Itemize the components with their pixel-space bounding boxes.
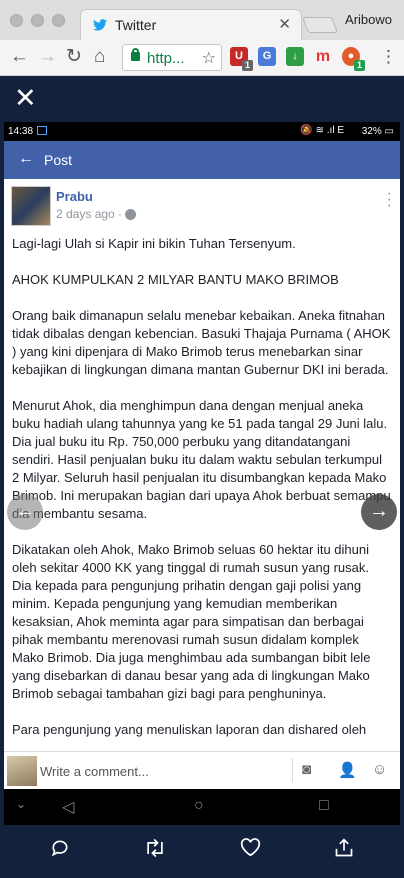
- android-home-icon[interactable]: ○: [194, 797, 204, 815]
- m-extension-icon[interactable]: m: [314, 47, 332, 66]
- browser-toolbar: ← → ↻ ⌂ http... ☆ U1 G ↓ m ● 1 ⋮: [0, 40, 404, 76]
- window-close-dot[interactable]: [10, 14, 23, 27]
- phone-statusbar: 14:38 🔕 ≋ .ıl E 32% ▭: [4, 122, 400, 141]
- tab-close-icon[interactable]: ✕: [278, 15, 291, 33]
- twitter-bird-icon: [93, 19, 107, 31]
- profile-name[interactable]: Aribowo: [345, 12, 392, 27]
- home-icon[interactable]: ⌂: [94, 47, 105, 67]
- back-arrow-icon[interactable]: ←: [10, 47, 29, 67]
- android-navbar: ⌄ ◁ ○ □: [4, 789, 400, 825]
- media-overlay-header: ✕: [0, 76, 404, 122]
- menu-kebab-icon[interactable]: ⋮: [380, 47, 397, 67]
- android-back-icon[interactable]: ◁: [62, 797, 74, 817]
- previous-media-button[interactable]: ←: [7, 494, 43, 530]
- post-text: Lagi-lagi Ulah si Kapir ini bikin Tuhan …: [12, 235, 392, 751]
- tweet-action-bar: [0, 825, 404, 878]
- share-icon[interactable]: [334, 838, 354, 864]
- window-maximize-dot[interactable]: [52, 14, 65, 27]
- bookmark-star-icon[interactable]: ☆: [202, 48, 216, 68]
- camera-icon[interactable]: ◙: [302, 761, 311, 778]
- window-minimize-dot[interactable]: [31, 14, 44, 27]
- forward-arrow-icon[interactable]: →: [38, 47, 57, 67]
- android-recents-icon[interactable]: □: [319, 797, 329, 815]
- chevron-down-icon[interactable]: ⌄: [16, 797, 26, 811]
- globe-icon: [125, 209, 137, 221]
- post-paragraph: Menurut Ahok, dia menghimpun dana dengan…: [12, 398, 391, 521]
- emoji-icon[interactable]: ☺: [372, 761, 387, 778]
- browser-tab[interactable]: Twitter ✕: [80, 9, 302, 40]
- comment-input[interactable]: Write a comment...: [40, 764, 149, 779]
- post-header-bar: ← Post: [4, 141, 400, 179]
- author-avatar[interactable]: [11, 186, 51, 226]
- tab-title: Twitter: [115, 17, 157, 33]
- battery-level: 32% ▭: [361, 126, 394, 137]
- reply-icon[interactable]: [50, 838, 70, 864]
- next-media-button[interactable]: →: [361, 494, 397, 530]
- heart-icon[interactable]: [240, 838, 261, 863]
- author-name[interactable]: Prabu: [56, 189, 93, 204]
- page-title: Post: [44, 152, 73, 168]
- url-text: http...: [147, 50, 185, 67]
- shield-extension-icon[interactable]: U1: [230, 47, 253, 71]
- divider: [292, 758, 293, 782]
- post-content: Prabu 2 days ago · · · · Lagi-lagi Ulah si…: [4, 179, 400, 751]
- post-options-icon[interactable]: · · ·: [387, 186, 392, 214]
- comment-bar: Write a comment... ◙ 👤 ☺: [4, 751, 400, 789]
- signal-wifi-icons: 🔕 ≋ .ıl E: [300, 125, 344, 136]
- post-paragraph: AHOK KUMPULKAN 2 MILYAR BANTU MAKO BRIMO…: [12, 272, 339, 287]
- reload-icon[interactable]: ↻: [66, 47, 82, 67]
- post-paragraph: Lagi-lagi Ulah si Kapir ini bikin Tuhan …: [12, 236, 296, 251]
- browser-titlebar: Twitter ✕ Aribowo: [0, 0, 404, 40]
- notification-icon: [37, 126, 47, 135]
- post-paragraph: Dikatakan oleh Ahok, Mako Brimob seluas …: [12, 542, 371, 701]
- user-avatar: [7, 756, 37, 786]
- back-arrow-icon[interactable]: ←: [18, 150, 34, 168]
- new-tab-button[interactable]: [302, 17, 338, 33]
- address-bar[interactable]: http... ☆: [122, 44, 222, 71]
- status-time: 14:38: [8, 126, 34, 137]
- post-paragraph: Orang baik dimanapun selalu menebar keba…: [12, 308, 391, 377]
- tag-friend-icon[interactable]: 👤: [338, 761, 357, 779]
- post-meta: 2 days ago ·: [56, 207, 137, 221]
- post-paragraph: Para pengunjung yang menuliskan laporan …: [12, 722, 367, 737]
- lock-shackle: [132, 48, 139, 54]
- close-icon[interactable]: ✕: [14, 83, 37, 114]
- retweet-icon[interactable]: [143, 838, 167, 864]
- puzzle-extension-icon[interactable]: ● 1: [342, 47, 365, 71]
- download-extension-icon[interactable]: ↓: [286, 47, 304, 66]
- translate-extension-icon[interactable]: G: [258, 47, 276, 66]
